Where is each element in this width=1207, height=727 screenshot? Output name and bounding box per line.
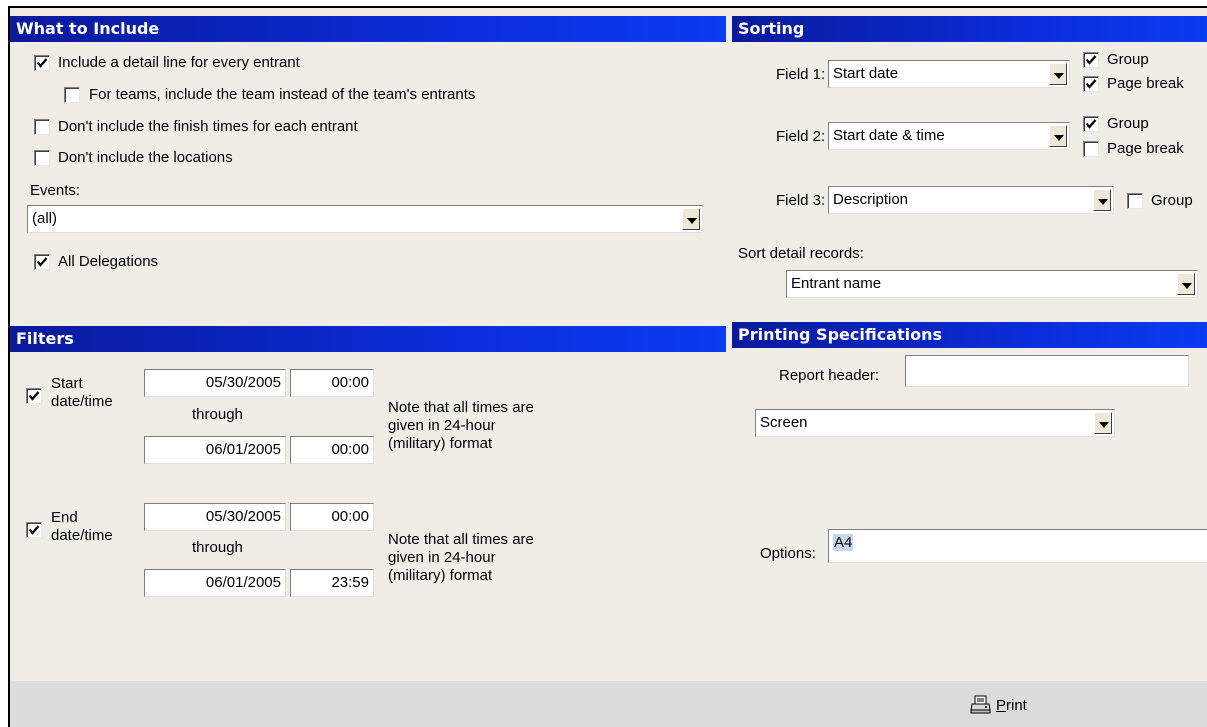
check-icon	[36, 58, 48, 68]
all-delegations-checkbox[interactable]	[34, 254, 50, 270]
chevron-down-icon[interactable]	[1049, 63, 1067, 85]
field2-pagebreak-label: Page break	[1107, 140, 1184, 157]
start-note-line2: given in 24-hour	[388, 417, 496, 434]
footer-bar: Print	[10, 681, 1207, 727]
check-icon	[28, 525, 40, 535]
events-value: (all)	[32, 210, 57, 227]
sort-detail-value: Entrant name	[791, 275, 882, 292]
section-header-sorting: Sorting	[732, 16, 1207, 42]
no-locations-label: Don't include the locations	[58, 149, 233, 166]
check-icon	[28, 391, 40, 401]
section-header-include: What to Include	[10, 16, 726, 42]
no-locations-checkbox[interactable]	[34, 150, 50, 166]
field2-dropdown[interactable]: Start date & time	[828, 122, 1070, 150]
all-delegations-label: All Delegations	[58, 253, 159, 270]
start-label-datetime: date/time	[51, 393, 113, 410]
chevron-down-icon[interactable]	[1177, 273, 1195, 295]
end-note-line2: given in 24-hour	[388, 549, 496, 566]
check-icon	[36, 257, 48, 267]
detail-line-label: Include a detail line for every entrant	[58, 54, 300, 71]
output-dropdown[interactable]: Screen	[755, 409, 1115, 437]
end-datetime-checkbox[interactable]	[26, 522, 42, 538]
teams-label: For teams, include the team instead of t…	[89, 86, 476, 103]
section-header-filters: Filters	[10, 326, 726, 352]
chevron-down-icon[interactable]	[1094, 412, 1112, 434]
report-header-label: Report header:	[779, 367, 880, 384]
teams-checkbox[interactable]	[64, 87, 80, 103]
field1-dropdown[interactable]: Start date	[828, 60, 1070, 88]
start-from-time-input[interactable]: 00:00	[290, 369, 374, 397]
report-options-panel: What to Include Include a detail line fo…	[8, 6, 1207, 727]
print-label: Print	[996, 697, 1027, 714]
print-label-mnemonic: P	[996, 696, 1007, 714]
no-finish-times-checkbox[interactable]	[34, 119, 50, 135]
check-icon	[1085, 119, 1097, 129]
sort-detail-label: Sort detail records:	[738, 245, 864, 262]
end-from-time-input[interactable]: 00:00	[290, 503, 374, 531]
chevron-down-icon[interactable]	[1049, 125, 1067, 147]
field3-value: Description	[833, 191, 909, 208]
field3-group-label: Group	[1151, 192, 1193, 209]
end-note-line1: Note that all times are	[388, 531, 534, 548]
field3-group-checkbox[interactable]	[1127, 193, 1143, 209]
field3-dropdown[interactable]: Description	[828, 186, 1114, 214]
field1-label: Field 1:	[776, 66, 826, 83]
events-label: Events:	[30, 182, 81, 199]
end-from-date-input[interactable]: 05/30/2005	[144, 503, 286, 531]
section-header-printing: Printing Specifications	[732, 322, 1207, 348]
start-note-line1: Note that all times are	[388, 399, 534, 416]
chevron-down-icon[interactable]	[682, 208, 700, 230]
options-label: Options:	[760, 545, 816, 562]
start-to-date-input[interactable]: 06/01/2005	[144, 436, 286, 464]
start-to-time-input[interactable]: 00:00	[290, 436, 374, 464]
printer-icon	[970, 695, 991, 714]
field1-value: Start date	[833, 65, 899, 82]
end-through-label: through	[192, 539, 243, 556]
output-value: Screen	[760, 414, 808, 431]
chevron-down-icon[interactable]	[1093, 189, 1111, 211]
sort-detail-dropdown[interactable]: Entrant name	[786, 270, 1198, 298]
no-finish-times-label: Don't include the finish times for each …	[58, 118, 358, 135]
field2-pagebreak-checkbox[interactable]	[1083, 141, 1099, 157]
end-note-line3: (military) format	[388, 567, 493, 584]
end-label-datetime: date/time	[51, 527, 113, 544]
start-note-line3: (military) format	[388, 435, 493, 452]
detail-line-checkbox[interactable]	[34, 55, 50, 71]
field1-pagebreak-checkbox[interactable]	[1083, 76, 1099, 92]
report-header-input[interactable]	[905, 355, 1189, 387]
end-to-date-input[interactable]: 06/01/2005	[144, 569, 286, 597]
start-label: Start	[51, 375, 83, 392]
field2-group-checkbox[interactable]	[1083, 116, 1099, 132]
field2-label: Field 2:	[776, 128, 826, 145]
start-from-date-input[interactable]: 05/30/2005	[144, 369, 286, 397]
options-input[interactable]: A4	[828, 529, 1207, 563]
end-to-time-input[interactable]: 23:59	[290, 569, 374, 597]
field2-group-label: Group	[1107, 115, 1149, 132]
events-dropdown[interactable]: (all)	[27, 205, 703, 233]
field2-value: Start date & time	[833, 127, 945, 144]
check-icon	[1085, 55, 1097, 65]
print-label-rest: rint	[1006, 696, 1027, 714]
field1-group-label: Group	[1107, 51, 1149, 68]
field3-label: Field 3:	[776, 192, 826, 209]
start-datetime-checkbox[interactable]	[26, 388, 42, 404]
check-icon	[1085, 79, 1097, 89]
print-button[interactable]: Print	[970, 692, 1027, 718]
field1-pagebreak-label: Page break	[1107, 75, 1184, 92]
start-through-label: through	[192, 406, 243, 423]
field1-group-checkbox[interactable]	[1083, 52, 1099, 68]
options-value: A4	[833, 534, 854, 551]
end-label: End	[51, 509, 78, 526]
